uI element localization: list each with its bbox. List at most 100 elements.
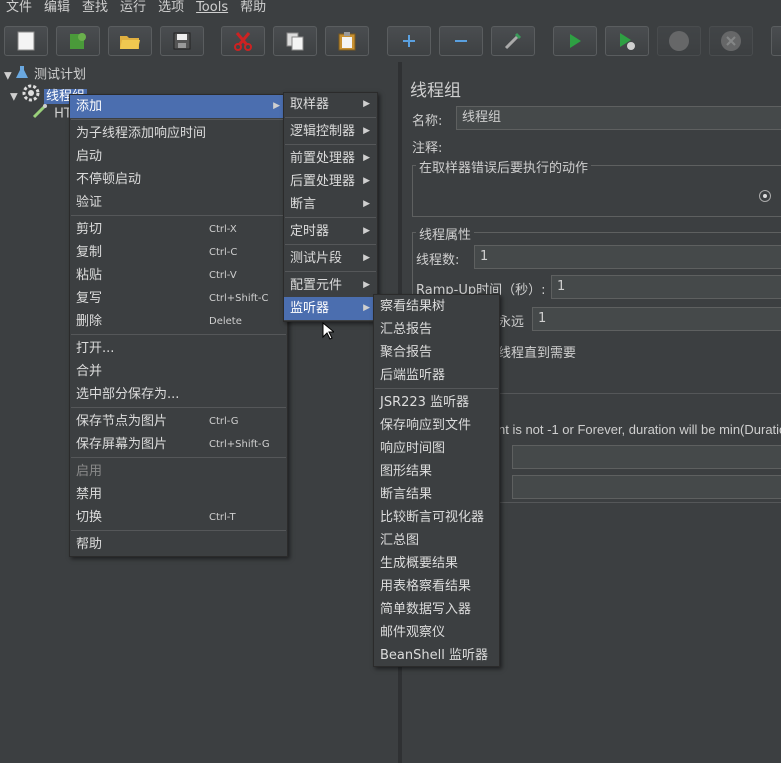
- error-action-section: 在取样器错误后要执行的动作: [412, 157, 781, 217]
- menu-item-duplicate[interactable]: 复写 Ctrl+Shift-C: [70, 287, 287, 310]
- expand-arrow-icon[interactable]: ▼: [10, 92, 18, 103]
- listener-item-save-responses[interactable]: 保存响应到文件: [374, 414, 499, 437]
- context-menu: 添加 ▶ 为子线程添加响应时间 启动 不停顿启动 验证 剪切 Ctrl-X 复制 Ct…: [69, 94, 288, 557]
- listener-item-generate-summary[interactable]: 生成概要结果: [374, 552, 499, 575]
- rampup-field[interactable]: 1: [551, 275, 781, 299]
- submenu-item-test-fragment[interactable]: 测试片段 ▶: [284, 247, 377, 270]
- submenu-item-post-processor[interactable]: 后置处理器 ▶: [284, 170, 377, 193]
- save-button[interactable]: [160, 26, 204, 56]
- menu-item-disable[interactable]: 禁用: [70, 483, 287, 506]
- listener-item-graph-results[interactable]: 图形结果: [374, 460, 499, 483]
- loop-count-field[interactable]: 1: [532, 307, 781, 331]
- submenu-item-logic-controller[interactable]: 逻辑控制器 ▶: [284, 120, 377, 143]
- submenu-item-assertion[interactable]: 断言 ▶: [284, 193, 377, 216]
- menu-item-save-screen-image[interactable]: 保存屏幕为图片 Ctrl+Shift-G: [70, 433, 287, 456]
- start-button[interactable]: [553, 26, 597, 56]
- comment-label: 注释:: [412, 141, 443, 156]
- listener-item-response-time-graph[interactable]: 响应时间图: [374, 437, 499, 460]
- comment-field[interactable]: [450, 134, 781, 154]
- listener-item-simple-data-writer[interactable]: 简单数据写入器: [374, 598, 499, 621]
- submenu-arrow-icon: ▶: [363, 153, 370, 163]
- new-button[interactable]: [4, 26, 48, 56]
- menu-separator: [71, 334, 286, 335]
- loop-forever-label: 永远: [498, 315, 525, 330]
- shutdown-button[interactable]: [709, 26, 753, 56]
- submenu-item-pre-processor[interactable]: 前置处理器 ▶: [284, 147, 377, 170]
- menu-item-start-no-pause[interactable]: 不停顿启动: [70, 168, 287, 191]
- menu-item-cut[interactable]: 剪切 Ctrl-X: [70, 218, 287, 241]
- listener-item-view-results-tree[interactable]: 察看结果树: [374, 295, 499, 318]
- menu-item-start[interactable]: 启动: [70, 145, 287, 168]
- cut-button[interactable]: [221, 26, 265, 56]
- menu-item-toggle[interactable]: 切换 Ctrl-T: [70, 506, 287, 529]
- listener-item-summary-report[interactable]: 汇总报告: [374, 318, 499, 341]
- templates-button[interactable]: [56, 26, 100, 56]
- flask-icon: [15, 65, 30, 85]
- submenu-item-listener[interactable]: 监听器 ▶: [284, 297, 377, 320]
- listener-item-comparison-visualizer[interactable]: 比较断言可视化器: [374, 506, 499, 529]
- new-file-icon: [17, 31, 35, 51]
- menu-help[interactable]: 帮助: [234, 0, 272, 18]
- open-button[interactable]: [108, 26, 152, 56]
- menu-separator: [71, 215, 286, 216]
- section-title: 线程属性: [416, 224, 475, 243]
- listener-item-assertion-results[interactable]: 断言结果: [374, 483, 499, 506]
- copy-icon: [285, 31, 305, 51]
- submenu-arrow-icon: ▶: [363, 280, 370, 290]
- menu-item-copy[interactable]: 复制 Ctrl-C: [70, 241, 287, 264]
- submenu-item-config-element[interactable]: 配置元件 ▶: [284, 274, 377, 297]
- clear-button[interactable]: [771, 26, 781, 56]
- templates-icon: [68, 31, 88, 51]
- menu-separator: [285, 244, 376, 245]
- menu-file[interactable]: 文件: [0, 0, 38, 18]
- listener-item-aggregate-report[interactable]: 聚合报告: [374, 341, 499, 364]
- tree-node-label: 测试计划: [33, 67, 86, 83]
- listener-item-backend-listener[interactable]: 后端监听器: [374, 364, 499, 387]
- submenu-arrow-icon: ▶: [363, 226, 370, 236]
- menu-item-save-node-image[interactable]: 保存节点为图片 Ctrl-G: [70, 410, 287, 433]
- tree-node-http-request[interactable]: HT: [32, 103, 72, 122]
- submenu-item-sampler[interactable]: 取样器 ▶: [284, 93, 377, 116]
- listener-item-mailer-visualizer[interactable]: 邮件观察仪: [374, 621, 499, 644]
- threads-label: 线程数:: [416, 253, 460, 268]
- collapse-button[interactable]: [439, 26, 483, 56]
- menu-item-delete[interactable]: 删除 Delete: [70, 310, 287, 333]
- menu-item-save-selection[interactable]: 选中部分保存为...: [70, 383, 287, 406]
- listener-item-beanshell[interactable]: BeanShell 监听器: [374, 644, 499, 667]
- menu-options[interactable]: 选项: [152, 0, 190, 18]
- startup-delay-field[interactable]: [512, 475, 781, 499]
- start-no-pause-button[interactable]: [605, 26, 649, 56]
- menu-item-help[interactable]: 帮助: [70, 533, 287, 556]
- menu-item-add-think-time[interactable]: 为子线程添加响应时间: [70, 122, 287, 145]
- stop-button[interactable]: [657, 26, 701, 56]
- menu-item-paste[interactable]: 粘贴 Ctrl-V: [70, 264, 287, 287]
- threads-field[interactable]: 1: [474, 245, 781, 269]
- menu-tools[interactable]: Tools: [190, 0, 234, 18]
- expand-arrow-icon[interactable]: ▼: [4, 71, 12, 82]
- listener-item-jsr223[interactable]: JSR223 监听器: [374, 391, 499, 414]
- duration-field[interactable]: [512, 445, 781, 469]
- name-field[interactable]: 线程组: [456, 106, 781, 130]
- expand-button[interactable]: [387, 26, 431, 56]
- save-icon: [173, 32, 191, 50]
- listener-item-summary-graph[interactable]: 汇总图: [374, 529, 499, 552]
- submenu-item-timer[interactable]: 定时器 ▶: [284, 220, 377, 243]
- toggle-button[interactable]: [491, 26, 535, 56]
- toolbar: [0, 20, 781, 63]
- tree-node-test-plan[interactable]: ▼ 测试计划: [4, 65, 86, 83]
- continue-radio[interactable]: [759, 190, 771, 202]
- listener-item-view-results-table[interactable]: 用表格察看结果: [374, 575, 499, 598]
- shutdown-icon: [720, 30, 742, 52]
- menu-item-validate[interactable]: 验证: [70, 191, 287, 214]
- copy-button[interactable]: [273, 26, 317, 56]
- paste-button[interactable]: [325, 26, 369, 56]
- menu-search[interactable]: 查找: [76, 0, 114, 18]
- menu-item-merge[interactable]: 合并: [70, 360, 287, 383]
- menu-edit[interactable]: 编辑: [38, 0, 76, 18]
- menu-item-add[interactable]: 添加 ▶: [70, 95, 287, 118]
- submenu-arrow-icon: ▶: [363, 99, 370, 109]
- menu-item-open[interactable]: 打开...: [70, 337, 287, 360]
- menu-separator: [285, 144, 376, 145]
- menu-run[interactable]: 运行: [114, 0, 152, 18]
- submenu-arrow-icon: ▶: [363, 176, 370, 186]
